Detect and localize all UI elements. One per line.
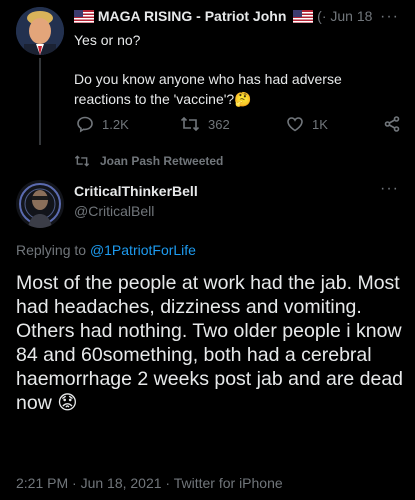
main-tweet-text: Most of the people at work had the jab. … (16, 271, 408, 415)
first-tweet-text-line1: Yes or no? (74, 32, 141, 48)
like-button[interactable]: 1K (286, 115, 328, 133)
more-options-icon[interactable]: ··· (380, 8, 399, 26)
retweet-count: 362 (208, 116, 230, 132)
retweet-button[interactable]: 362 (180, 115, 230, 133)
more-options-icon[interactable]: ··· (380, 180, 399, 198)
main-author-name[interactable]: CriticalThinkerBell (74, 183, 198, 199)
author-name[interactable]: MAGA RISING - Patriot John (98, 8, 286, 24)
replying-to-link[interactable]: @1PatriotForLife (90, 242, 196, 258)
share-button[interactable] (383, 115, 401, 133)
handle-truncated: (· (317, 8, 327, 24)
share-icon (384, 116, 400, 132)
thread-connector-line (39, 58, 41, 145)
thinking-face-emoji: 🤔 (234, 91, 252, 107)
first-tweet-text-line2: Do you know anyone who has had adverse r… (74, 71, 342, 107)
main-author-handle[interactable]: @CriticalBell (74, 203, 154, 219)
replying-to-line: Replying to @1PatriotForLife (16, 242, 196, 258)
us-flag-icon (74, 10, 94, 23)
us-flag-icon (293, 10, 314, 23)
reply-button[interactable]: 1.2K (76, 115, 129, 133)
first-tweet-header: MAGA RISING - Patriot John (· Jun 18 (74, 8, 404, 28)
first-tweet-text-body: Do you know anyone who has had adverse r… (74, 69, 374, 109)
reply-icon (77, 116, 93, 133)
tweet-date[interactable]: Jun 18 (330, 8, 372, 24)
reply-count: 1.2K (102, 116, 129, 132)
avatar-patriot-john[interactable] (16, 7, 64, 55)
tweet-timestamp[interactable]: 2:21 PM · Jun 18, 2021 · Twitter for iPh… (16, 475, 283, 491)
retweet-icon (180, 116, 200, 132)
retweet-notice-text: Joan Pash Retweeted (100, 154, 224, 168)
retweet-icon (74, 155, 90, 167)
replying-to-label: Replying to (16, 242, 90, 258)
avatar-critical-thinker-bell[interactable] (16, 180, 64, 228)
worried-face-emoji: 😟 (57, 392, 78, 414)
heart-icon (287, 117, 303, 132)
retweet-notice[interactable]: Joan Pash Retweeted (74, 154, 223, 168)
avatar-image (16, 7, 64, 55)
like-count: 1K (312, 116, 328, 132)
avatar-image (16, 180, 64, 228)
